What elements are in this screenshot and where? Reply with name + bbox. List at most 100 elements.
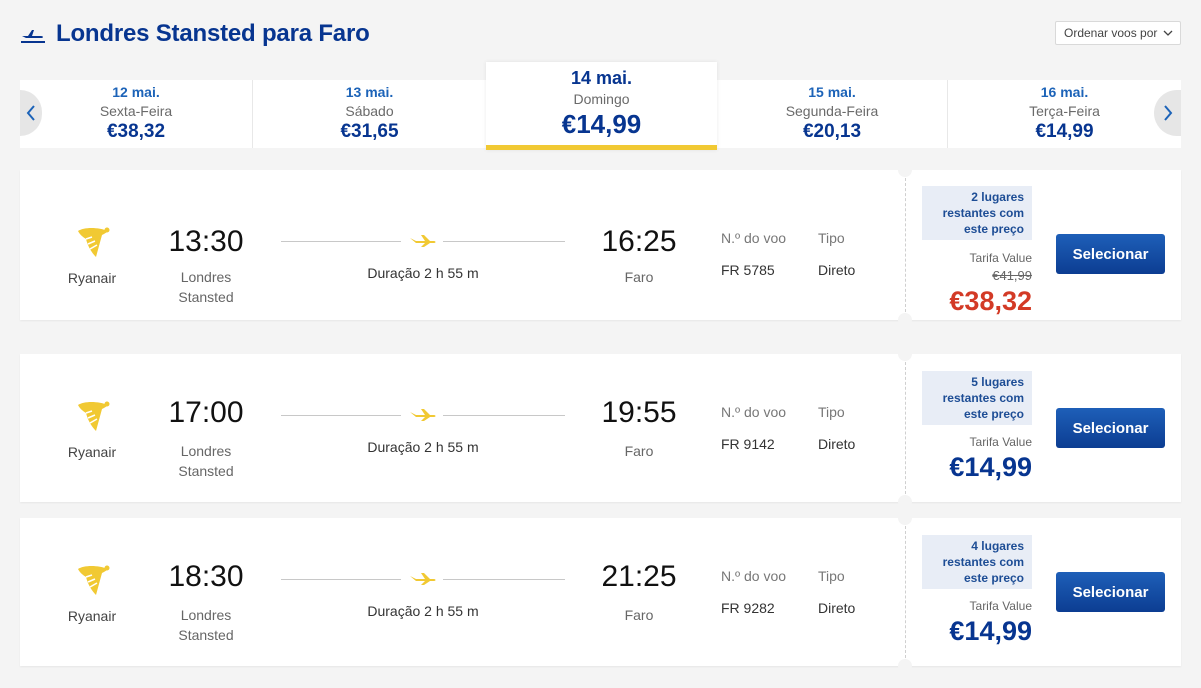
date-label: 13 mai. — [345, 84, 394, 100]
flight-type: Direto — [818, 600, 856, 616]
date-label: 14 mai. — [570, 68, 633, 88]
price: €14,99 — [949, 616, 1032, 646]
seats-left-badge: 4 lugares restantes com este preço — [922, 535, 1032, 589]
plane-takeoff-icon — [21, 30, 45, 43]
airline-name: Ryanair — [67, 608, 117, 624]
arrival-city: Faro — [624, 607, 654, 623]
departure-city-line1: Londres — [180, 443, 232, 459]
weekday-label: Segunda-Feira — [785, 103, 879, 119]
seats-line1: 4 lugares — [971, 539, 1024, 553]
date-price: €31,65 — [340, 121, 399, 142]
flight-type-label: Tipo — [818, 230, 845, 246]
select-flight-button[interactable]: Selecionar — [1056, 572, 1165, 612]
flight-duration: Duração 2 h 55 m — [367, 603, 479, 619]
sort-flights-dropdown[interactable]: Ordenar voos por — [1055, 21, 1181, 45]
flight-type: Direto — [818, 436, 856, 452]
date-option-15[interactable]: 15 mai. Segunda-Feira €20,13 — [717, 80, 948, 148]
plane-icon — [410, 235, 436, 247]
date-option-16[interactable]: 16 mai. Terça-Feira €14,99 — [948, 80, 1181, 148]
arrival-time: 19:55 — [601, 396, 677, 429]
card-notch-bottom — [898, 659, 912, 673]
flight-number: FR 9142 — [721, 436, 775, 452]
fare-type: Tarifa Value — [969, 435, 1032, 449]
departure-city-line1: Londres — [180, 269, 232, 285]
card-notch-top — [898, 347, 912, 361]
card-divider — [905, 178, 906, 312]
original-price: €41,99 — [992, 268, 1032, 283]
date-option-12[interactable]: 12 mai. Sexta-Feira €38,32 — [20, 80, 253, 148]
arrival-time: 21:25 — [601, 560, 677, 593]
seats-line3: este preço — [963, 571, 1024, 585]
weekday-label: Sábado — [345, 103, 394, 119]
card-notch-top — [898, 163, 912, 177]
departure-time: 13:30 — [168, 225, 244, 258]
date-price: €20,13 — [802, 121, 862, 142]
date-label: 16 mai. — [1040, 84, 1089, 100]
fare-type: Tarifa Value — [969, 599, 1032, 613]
chevron-left-icon — [26, 105, 35, 121]
select-flight-button[interactable]: Selecionar — [1056, 408, 1165, 448]
date-option-13[interactable]: 13 mai. Sábado €31,65 — [253, 80, 486, 148]
flight-card: Ryanair 17:00 Londres Stansted Duração 2… — [20, 347, 1181, 509]
page-title: Londres Stansted para Faro — [56, 20, 370, 47]
departure-city: Londres Stansted — [156, 267, 256, 307]
route-line-right — [443, 579, 565, 580]
route-line-right — [443, 241, 565, 242]
chevron-right-icon — [1163, 105, 1172, 121]
departure-city-line1: Londres — [180, 607, 232, 623]
weekday-label: Terça-Feira — [1029, 103, 1100, 119]
flight-number: FR 9282 — [721, 600, 775, 616]
flight-duration: Duração 2 h 55 m — [367, 439, 479, 455]
weekday-label: Domingo — [573, 91, 630, 107]
route-line-right — [443, 415, 565, 416]
chevron-down-icon — [1163, 30, 1173, 36]
flight-number-label: N.º do voo — [721, 230, 787, 246]
weekday-label: Sexta-Feira — [99, 103, 173, 119]
arrival-city: Faro — [624, 443, 654, 459]
flight-duration: Duração 2 h 55 m — [367, 265, 479, 281]
date-price: €14,99 — [561, 109, 642, 139]
select-flight-button[interactable]: Selecionar — [1056, 234, 1165, 274]
departure-time: 18:30 — [168, 560, 244, 593]
seats-line2: restantes com — [942, 555, 1024, 569]
seats-line1: 2 lugares — [971, 190, 1024, 204]
plane-icon — [410, 573, 436, 585]
card-divider — [905, 526, 906, 658]
date-label: 12 mai. — [112, 84, 160, 100]
card-notch-bottom — [898, 495, 912, 509]
seats-line1: 5 lugares — [971, 375, 1024, 389]
date-option-14-selected[interactable]: 14 mai. Domingo €14,99 — [486, 62, 717, 150]
arrival-city: Faro — [624, 269, 654, 285]
sort-label: Ordenar voos por — [1064, 26, 1158, 40]
departure-time: 17:00 — [168, 396, 244, 429]
flight-number-label: N.º do voo — [721, 568, 787, 584]
seats-line2: restantes com — [942, 206, 1024, 220]
flight-type-label: Tipo — [818, 568, 845, 584]
departure-city: Londres Stansted — [156, 605, 256, 645]
arrival-time: 16:25 — [601, 225, 677, 258]
seats-line3: este preço — [963, 407, 1024, 421]
plane-icon — [410, 409, 436, 421]
card-notch-bottom — [898, 313, 912, 327]
price: €14,99 — [949, 452, 1032, 482]
seats-left-badge: 2 lugares restantes com este preço — [922, 186, 1032, 240]
ryanair-harp-logo — [78, 227, 110, 257]
airline-name: Ryanair — [67, 444, 117, 460]
ryanair-harp-logo — [78, 401, 110, 431]
page-header: Londres Stansted para Faro — [20, 16, 370, 52]
card-divider — [905, 362, 906, 494]
date-price: €38,32 — [106, 121, 166, 142]
flight-card: Ryanair 13:30 Londres Stansted Duração 2… — [20, 163, 1181, 327]
route-line-left — [281, 241, 401, 242]
flight-number-label: N.º do voo — [721, 404, 787, 420]
airline-name: Ryanair — [67, 270, 117, 286]
ryanair-harp-logo — [78, 565, 110, 595]
seats-left-badge: 5 lugares restantes com este preço — [922, 371, 1032, 425]
flight-type: Direto — [818, 262, 856, 278]
fare-type: Tarifa Value — [969, 251, 1032, 265]
departure-city-line2: Stansted — [178, 627, 234, 643]
date-price: €14,99 — [1035, 121, 1094, 142]
departure-city-line2: Stansted — [178, 289, 234, 305]
route-line-left — [281, 579, 401, 580]
card-notch-top — [898, 511, 912, 525]
